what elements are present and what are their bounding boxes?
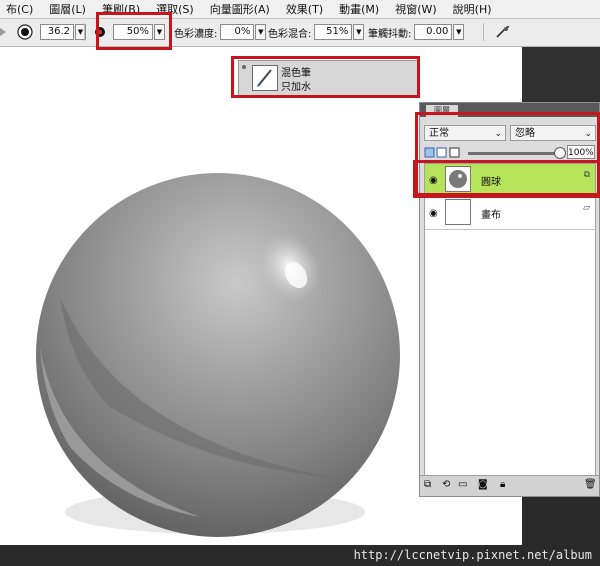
composite-method-dropdown[interactable]: 正常 ⌄ xyxy=(424,125,506,141)
layer-name: 圓球 xyxy=(481,177,501,188)
dynamic-plugins-icon[interactable]: ⟲ xyxy=(442,479,450,490)
layer-opacity-field[interactable]: 100% xyxy=(567,145,595,159)
layer-thumbnail xyxy=(445,166,471,192)
layer-mask-icon[interactable]: ◙ xyxy=(478,479,488,490)
menu-effects[interactable]: 效果(T) xyxy=(286,1,323,17)
eye-icon[interactable]: ◉ xyxy=(429,175,438,186)
layers-panel: 圖層 正常 ⌄ 忽略 ⌄ 100% ◉ 圓球 ⧉ ◉ 畫布 ▱ ⧉ ⟲ ▭ ◙ … xyxy=(419,102,600,497)
chevron-down-icon: ⌄ xyxy=(584,129,592,139)
menu-window[interactable]: 視窗(W) xyxy=(395,1,436,17)
menu-brushes[interactable]: 筆刷(B) xyxy=(102,1,140,17)
composite-depth-value: 忽略 xyxy=(515,128,535,139)
layer-commands-icon[interactable]: ⧉ xyxy=(424,479,431,490)
jitter-label: 筆觸抖動: xyxy=(368,28,412,40)
bleed-dropdown-icon[interactable]: ▼ xyxy=(353,24,365,40)
layer-stack-icon: ⧉ xyxy=(583,170,590,180)
property-bar: 36.2 ▼ 50% ▼ 色彩濃度: 0% ▼ 色彩混合: 51% ▼ 筆觸抖動… xyxy=(0,19,600,47)
tab-layers[interactable]: 圖層 xyxy=(426,105,458,117)
menu-bar: 布(C) 圖層(L) 筆刷(B) 選取(S) 向量圖形(A) 效果(T) 動畫(… xyxy=(0,0,600,19)
layer-row-ball[interactable]: ◉ 圓球 ⧉ xyxy=(425,164,595,197)
opacity-dropdown-icon[interactable]: ▼ xyxy=(154,24,165,40)
brush-arrow-icon xyxy=(0,23,8,41)
layer-opacity-slider[interactable] xyxy=(468,152,558,155)
menu-select[interactable]: 選取(S) xyxy=(156,1,194,17)
workspace-background xyxy=(522,47,600,102)
layer-thumbnail xyxy=(445,199,471,225)
preserve-transparency-icons[interactable] xyxy=(424,145,464,161)
watermark-url: http://lccnetvip.pixnet.net/album xyxy=(353,548,592,562)
menu-canvas[interactable]: 布(C) xyxy=(6,1,33,17)
menu-layers[interactable]: 圖層(L) xyxy=(49,1,86,17)
resaturation-dropdown-icon[interactable]: ▼ xyxy=(255,24,267,40)
chevron-down-icon: ⌄ xyxy=(494,129,502,139)
lock-icon[interactable]: 🔒︎ xyxy=(500,479,505,490)
blender-brush-icon xyxy=(252,65,278,91)
jitter-field[interactable]: 0.00 xyxy=(414,24,453,40)
layer-name: 畫布 xyxy=(481,210,501,221)
brush-category: 混色筆 xyxy=(281,68,311,79)
opacity-slider-handle[interactable] xyxy=(554,147,566,159)
trash-icon[interactable]: 🗑︎ xyxy=(584,479,597,490)
layers-bottom-toolbar: ⧉ ⟲ ▭ ◙ 🔒︎ 🗑︎ xyxy=(420,475,599,496)
new-group-icon[interactable]: ▭ xyxy=(458,479,467,490)
layer-row-canvas[interactable]: ◉ 畫布 ▱ xyxy=(425,197,595,230)
layers-tab-bar: 圖層 xyxy=(420,103,599,117)
composite-depth-dropdown[interactable]: 忽略 ⌄ xyxy=(510,125,596,141)
bleed-label: 色彩混合: xyxy=(268,28,312,40)
layer-list: ◉ 圓球 ⧉ ◉ 畫布 ▱ xyxy=(424,163,596,477)
popup-grip-icon xyxy=(242,65,246,69)
brush-variant-popup[interactable]: 混色筆 只加水 xyxy=(238,60,418,96)
resaturation-label: 色彩濃度: xyxy=(174,28,218,40)
eye-icon[interactable]: ◉ xyxy=(429,208,438,219)
opacity-icon xyxy=(92,23,108,41)
bleed-field[interactable]: 51% xyxy=(314,24,353,40)
layer-stack-icon: ▱ xyxy=(583,203,590,213)
footer-bar: http://lccnetvip.pixnet.net/album xyxy=(0,545,600,566)
opacity-field[interactable]: 50% xyxy=(113,24,153,40)
composite-method-value: 正常 xyxy=(429,128,449,139)
stroke-attributes-icon[interactable] xyxy=(494,23,512,41)
resaturation-field[interactable]: 0% xyxy=(220,24,255,40)
brush-size-field[interactable]: 36.2 xyxy=(40,24,74,40)
jitter-dropdown-icon[interactable]: ▼ xyxy=(453,24,465,40)
menu-movie[interactable]: 動畫(M) xyxy=(339,1,379,17)
layer-opacity-row: 100% xyxy=(424,145,596,161)
menu-shapes[interactable]: 向量圖形(A) xyxy=(210,1,270,17)
menu-help[interactable]: 說明(H) xyxy=(453,1,492,17)
brush-variant: 只加水 xyxy=(281,82,311,93)
brush-size-icon xyxy=(16,23,34,41)
